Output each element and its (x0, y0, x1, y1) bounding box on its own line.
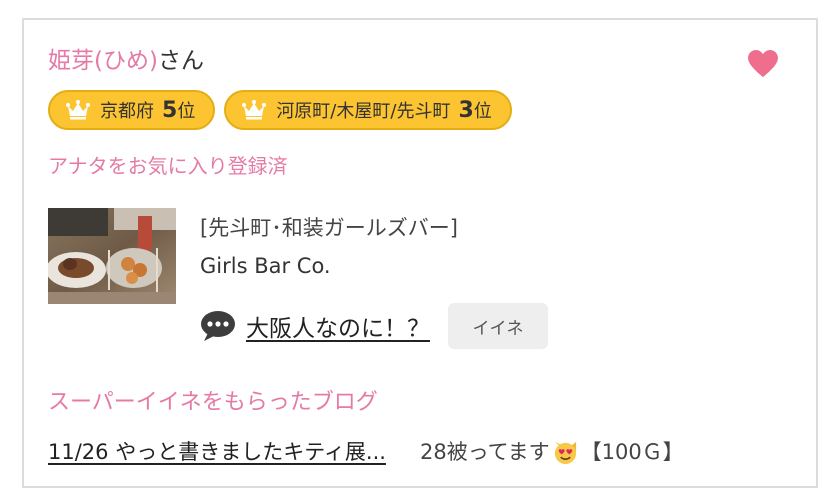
heart-icon[interactable] (748, 50, 778, 78)
ranking-area: 京都府 (100, 101, 154, 122)
girl-profile-card: 姫芽(ひめ)さん 京都府 5位 河原町/木屋町/先斗町 3位 アナタをお気に入り… (22, 18, 818, 488)
shop-category: [先斗町･和装ガールズバー] (200, 216, 458, 240)
latest-blog-row: 大阪人なのに！？ イイネ (200, 302, 548, 350)
ranking-position: 5位 (162, 98, 196, 123)
shop-name[interactable]: Girls Bar Co. (200, 254, 331, 278)
blog-title-link[interactable]: 大阪人なのに！？ (246, 309, 430, 343)
favorite-status: アナタをお気に入り登録済 (48, 154, 288, 178)
super-iine-points: 【100Ｇ】 (580, 440, 684, 464)
super-iine-entry: 11/26 やっと書きましたキティ展... 28被ってます 【100Ｇ】 (48, 436, 684, 466)
heart-eyes-cat-icon (554, 441, 576, 464)
crown-icon (242, 100, 267, 120)
profile-name-suffix: さん (157, 48, 204, 74)
ranking-badge[interactable]: 河原町/木屋町/先斗町 3位 (224, 90, 512, 130)
crown-icon (66, 100, 90, 120)
iine-button[interactable]: イイネ (448, 303, 548, 349)
shop-photo[interactable] (48, 208, 176, 304)
speech-bubble-icon (201, 311, 235, 341)
ranking-badge[interactable]: 京都府 5位 (48, 90, 216, 130)
ranking-badges: 京都府 5位 河原町/木屋町/先斗町 3位 (48, 90, 512, 130)
profile-name-primary[interactable]: 姫芽(ひめ) (48, 48, 158, 74)
super-iine-heading: スーパーイイネをもらったブログ (48, 390, 378, 415)
ranking-position: 3位 (458, 98, 492, 123)
profile-name[interactable]: 姫芽(ひめ)さん (48, 46, 204, 76)
super-iine-count: 28被ってます (419, 440, 550, 464)
ranking-area: 河原町/木屋町/先斗町 (276, 101, 451, 122)
super-iine-blog-link[interactable]: 11/26 やっと書きましたキティ展... (48, 436, 386, 466)
